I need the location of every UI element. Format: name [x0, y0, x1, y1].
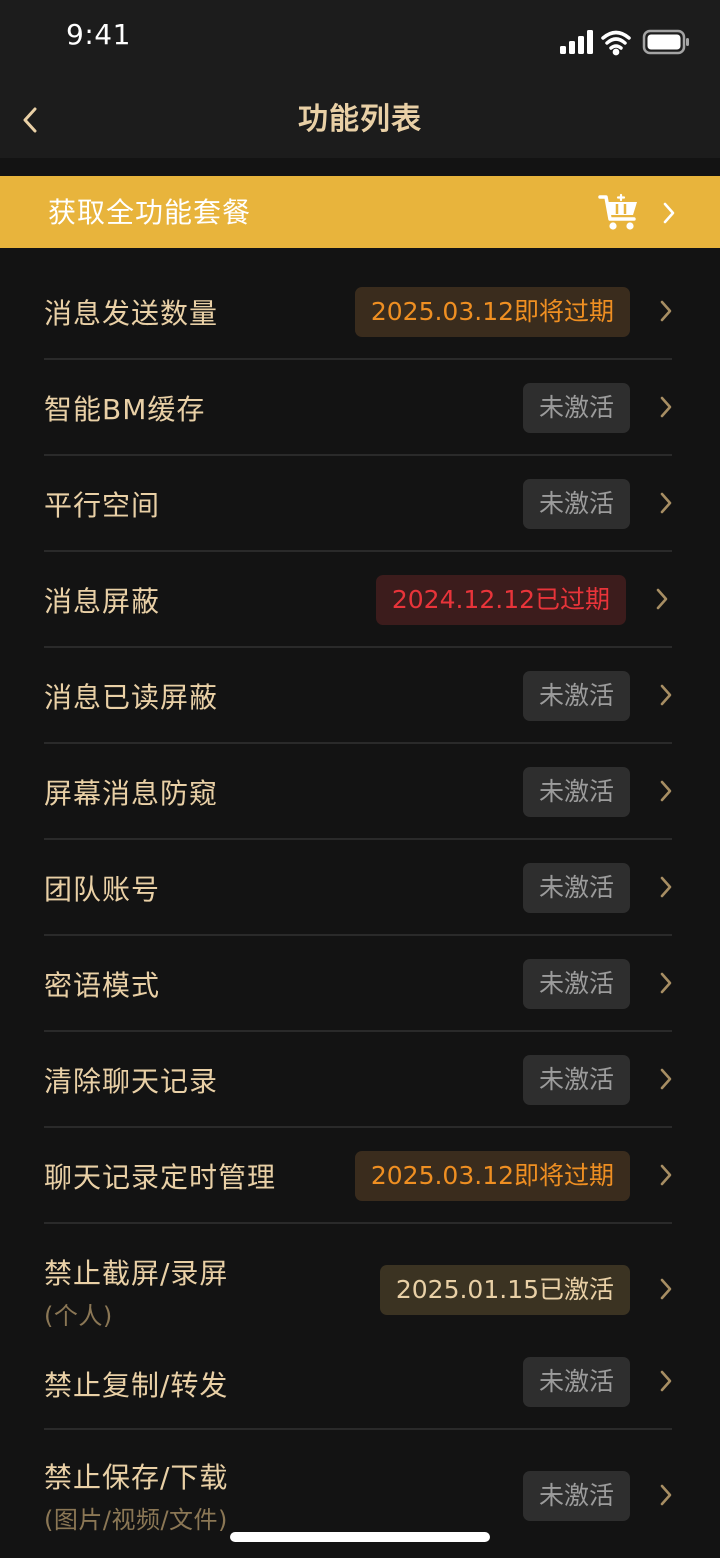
- status-badge: 2024.12.12已过期: [375, 575, 626, 625]
- feature-row[interactable]: 屏幕消息防窥 未激活: [44, 744, 672, 840]
- chevron-right-icon: [660, 1068, 672, 1090]
- battery-icon: [642, 29, 689, 55]
- feature-sublabel: (图片/视频/文件): [44, 1506, 228, 1534]
- status-badge: 未激活: [522, 383, 630, 433]
- feature-label: 消息发送数量: [44, 297, 219, 330]
- nav-bar: 功能列表: [0, 80, 720, 158]
- back-button[interactable]: [10, 98, 50, 142]
- feature-row[interactable]: 团队账号 未激活: [44, 840, 672, 936]
- feature-row[interactable]: 平行空间 未激活: [44, 456, 672, 552]
- status-bar: 9:41: [0, 0, 720, 80]
- chevron-right-icon: [656, 588, 668, 610]
- chevron-right-icon: [660, 876, 672, 898]
- feature-label: 清除聊天记录: [44, 1065, 219, 1098]
- feature-row[interactable]: 禁止复制/转发 未激活: [44, 1336, 672, 1430]
- feature-row[interactable]: 禁止截屏/录屏 (个人) 2025.01.15已激活: [44, 1224, 672, 1344]
- chevron-left-icon: [23, 107, 37, 133]
- promo-label: 获取全功能套餐: [48, 196, 252, 229]
- feature-label: 团队账号: [44, 873, 161, 906]
- feature-sublabel: (个人): [44, 1302, 113, 1330]
- status-badge: 未激活: [522, 1055, 630, 1105]
- chevron-right-icon: [660, 972, 672, 994]
- status-badge: 未激活: [522, 479, 630, 529]
- status-badge: 2025.03.12即将过期: [354, 1151, 630, 1201]
- status-badge: 2025.03.12即将过期: [354, 287, 630, 337]
- chevron-right-icon: [663, 202, 675, 224]
- chevron-right-icon: [660, 780, 672, 802]
- feature-row[interactable]: 智能BM缓存 未激活: [44, 360, 672, 456]
- status-badge: 未激活: [522, 671, 630, 721]
- feature-label: 禁止保存/下载: [44, 1461, 229, 1494]
- cart-icon: [598, 193, 637, 230]
- feature-label: 屏幕消息防窥: [44, 777, 219, 810]
- feature-label: 平行空间: [44, 489, 161, 522]
- signal-icon: [560, 30, 593, 54]
- chevron-right-icon: [660, 492, 672, 514]
- feature-label: 密语模式: [44, 969, 161, 1002]
- feature-row[interactable]: 消息发送数量 2025.03.12即将过期: [44, 264, 672, 360]
- chevron-right-icon: [660, 1164, 672, 1186]
- status-badge: 未激活: [522, 1357, 630, 1407]
- feature-row[interactable]: 清除聊天记录 未激活: [44, 1032, 672, 1128]
- feature-label: 消息屏蔽: [44, 585, 161, 618]
- promo-banner[interactable]: 获取全功能套餐: [0, 176, 720, 248]
- status-badge: 2025.01.15已激活: [379, 1265, 630, 1315]
- chevron-right-icon: [660, 396, 672, 418]
- home-indicator[interactable]: [230, 1532, 490, 1542]
- status-badge: 未激活: [522, 1471, 630, 1521]
- feature-label: 禁止复制/转发: [44, 1369, 229, 1402]
- page-title: 功能列表: [298, 102, 422, 137]
- status-badge: 未激活: [522, 959, 630, 1009]
- feature-row[interactable]: 消息已读屏蔽 未激活: [44, 648, 672, 744]
- feature-label: 聊天记录定时管理: [44, 1161, 277, 1194]
- status-badge: 未激活: [522, 767, 630, 817]
- feature-label: 智能BM缓存: [44, 393, 206, 426]
- chevron-right-icon: [660, 1278, 672, 1300]
- chevron-right-icon: [660, 1484, 672, 1506]
- feature-row[interactable]: 消息屏蔽 2024.12.12已过期: [44, 552, 672, 648]
- chevron-right-icon: [660, 1370, 672, 1392]
- status-badge: 未激活: [522, 863, 630, 913]
- feature-label: 消息已读屏蔽: [44, 681, 219, 714]
- feature-row[interactable]: 密语模式 未激活: [44, 936, 672, 1032]
- feature-row[interactable]: 聊天记录定时管理 2025.03.12即将过期: [44, 1128, 672, 1224]
- feature-label: 禁止截屏/录屏: [44, 1257, 229, 1290]
- wifi-icon: [601, 30, 631, 56]
- status-icons: [560, 29, 689, 56]
- status-time: 9:41: [66, 18, 131, 51]
- chevron-right-icon: [660, 300, 672, 322]
- chevron-right-icon: [660, 684, 672, 706]
